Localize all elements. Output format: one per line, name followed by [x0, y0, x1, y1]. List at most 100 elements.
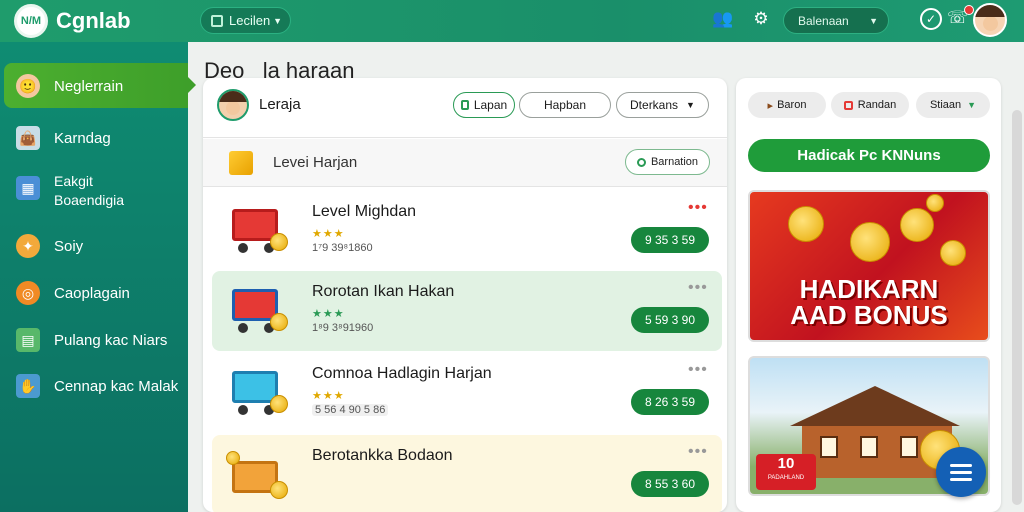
bonus-promo-card[interactable]: HADIKARN AAD BONUS: [748, 190, 990, 342]
filter-pill-dterkans[interactable]: Dterkans ▼: [616, 92, 709, 118]
coin-icon: ◎: [16, 281, 40, 305]
rating-stars: ★★★: [312, 228, 345, 240]
price-button[interactable]: 8 26 3 59: [631, 389, 709, 415]
price-button[interactable]: 9 35 3 59: [631, 227, 709, 253]
more-options-icon[interactable]: •••: [688, 443, 708, 461]
sidebar-item-label: Neglerrain: [54, 77, 124, 95]
sidebar-item-label: Eakgit Boaendigia: [54, 173, 125, 208]
user-avatar[interactable]: [973, 3, 1007, 37]
coin-icon: [226, 451, 240, 465]
list-item[interactable]: Berotankka Bodaon ••• 8 55 3 60: [212, 435, 722, 512]
sidebar-item-pulang[interactable]: ▤ Pulang kac Niars: [16, 328, 167, 352]
sidebar: 🙂 Neglerrain 👜 Karndag ▦ Eakgit Boaendig…: [0, 42, 196, 512]
coin-icon: [900, 208, 934, 242]
item-title: Comnoa Hadlagin Harjan: [312, 365, 492, 382]
house-window: [900, 436, 918, 458]
avatar-icon: 🙂: [16, 74, 40, 98]
chip-baron[interactable]: ▸ Baron: [748, 92, 826, 118]
user-avatar[interactable]: [217, 89, 249, 121]
item-subtext: 5 56 4 90 5 86: [312, 404, 389, 416]
house-badge-number: 10: [777, 455, 795, 472]
chip-stiaan[interactable]: Stiaan ▼: [916, 92, 990, 118]
house-badge-subtext: PADAHLAND: [767, 475, 805, 481]
house-roof: [790, 386, 960, 426]
location-select-label: Lecilen: [229, 13, 271, 28]
coin-icon: [270, 481, 288, 499]
chip-randan[interactable]: Randan: [831, 92, 909, 118]
sidebar-item-label: Karndag: [54, 129, 111, 147]
promo-banner-button[interactable]: Hadicak Pc KNNuns: [748, 139, 990, 172]
balance-dropdown-label: Balenaan: [798, 13, 849, 28]
shopping-cart-icon: [226, 203, 290, 257]
coin-icon: [270, 313, 288, 331]
barnation-button[interactable]: Barnation: [625, 149, 710, 175]
house-window: [820, 436, 838, 458]
rating-stars: ★★★: [312, 390, 345, 402]
more-options-icon[interactable]: •••: [688, 361, 708, 379]
top-bar: N/M Cgnlab Lecilen ▼ 👥 ⚙ Balenaan ▼ ✓ ☏: [0, 0, 1024, 42]
chevron-down-icon: ▼: [967, 100, 977, 110]
handshake-icon: ✋: [16, 374, 40, 398]
sidebar-item-soiy[interactable]: ✦ Soiy: [16, 234, 83, 258]
user-settings-icon[interactable]: ⚙: [750, 8, 772, 30]
list-item[interactable]: Rorotan Ikan Hakan ★★★ 1⁸9 3⁸91960 ••• 5…: [212, 271, 722, 351]
people-icon: ✦: [16, 234, 40, 258]
calendar-icon: [211, 14, 223, 27]
sidebar-item-label: Soiy: [54, 237, 84, 255]
app-logo-text: Cgnlab: [56, 8, 131, 33]
menu-line: [950, 470, 972, 474]
square-icon: [843, 100, 853, 110]
app-logo[interactable]: N/M Cgnlab: [14, 4, 131, 38]
more-options-icon[interactable]: •••: [688, 199, 708, 217]
list-item[interactable]: Comnoa Hadlagin Harjan ★★★ 5 56 4 90 5 8…: [212, 353, 722, 433]
rating-stars: ★★★: [312, 308, 345, 320]
menu-fab-button[interactable]: [936, 447, 986, 497]
scrollbar[interactable]: [1012, 110, 1022, 505]
menu-line: [950, 477, 972, 481]
sidebar-item-label: Cennap kac Malak: [54, 377, 179, 395]
list-item[interactable]: Level Mighdan ★★★ 1⁷9 39⁸1860 ••• 9 35 3…: [212, 191, 722, 271]
shopping-cart-icon: [226, 365, 290, 419]
cart-wheel: [238, 323, 248, 333]
location-select[interactable]: Lecilen ▼: [200, 7, 291, 34]
sidebar-item-karndag[interactable]: 👜 Karndag: [16, 126, 111, 150]
filter-pill-lapan[interactable]: Lapan: [453, 92, 515, 118]
shopping-cart-icon: [226, 283, 290, 337]
level-filter-label: Levei Harjan: [273, 154, 358, 171]
price-button[interactable]: 5 59 3 90: [631, 307, 709, 333]
more-options-icon[interactable]: •••: [688, 279, 708, 297]
logo-badge-icon: N/M: [14, 4, 48, 38]
bag-icon: 👜: [16, 126, 40, 150]
top-icon-group: 👥 ⚙: [712, 8, 772, 30]
sidebar-item-cennap[interactable]: ✋ Cennap kac Malak: [16, 374, 178, 398]
phone-icon[interactable]: ☏: [947, 5, 975, 28]
notification-dot: [964, 5, 975, 15]
chip-label: Stiaan: [929, 99, 962, 111]
blocks-icon: ▦: [16, 176, 40, 200]
pill-label: Hapban: [543, 98, 587, 112]
cart-wheel: [238, 243, 248, 253]
price-button[interactable]: 8 55 3 60: [631, 471, 709, 497]
document-icon: ▤: [16, 328, 40, 352]
sidebar-item-caoplagain[interactable]: ◎ Caoplagain: [16, 281, 130, 305]
sidebar-item-eakgit[interactable]: ▦ Eakgit Boaendigia: [16, 172, 124, 210]
box-icon: [229, 151, 253, 175]
order-panel: Leraja Lapan Hapban Dterkans ▼ Levei Har…: [203, 78, 727, 512]
item-subtext: 1⁷9 39⁸1860: [312, 242, 373, 254]
pin-icon: ▸: [767, 99, 774, 112]
cart-wheel: [238, 405, 248, 415]
panel-header: Leraja Lapan Hapban Dterkans ▼: [203, 78, 727, 138]
users-icon[interactable]: 👥: [712, 8, 734, 30]
chip-label: Randan: [857, 99, 897, 111]
barnation-button-label: Barnation: [650, 156, 699, 168]
filter-pill-hapban[interactable]: Hapban: [519, 92, 611, 118]
coin-icon: [926, 194, 944, 212]
sidebar-item-label: Caoplagain: [54, 284, 130, 302]
coin-icon: [940, 240, 966, 266]
item-title: Berotankka Bodaon: [312, 447, 453, 464]
balance-dropdown[interactable]: Balenaan ▼: [783, 7, 889, 34]
sidebar-item-neglerrain[interactable]: 🙂 Neglerrain: [16, 74, 123, 98]
coin-icon: [270, 395, 288, 413]
check-icon[interactable]: ✓: [920, 8, 942, 30]
circle-icon: [636, 157, 646, 167]
